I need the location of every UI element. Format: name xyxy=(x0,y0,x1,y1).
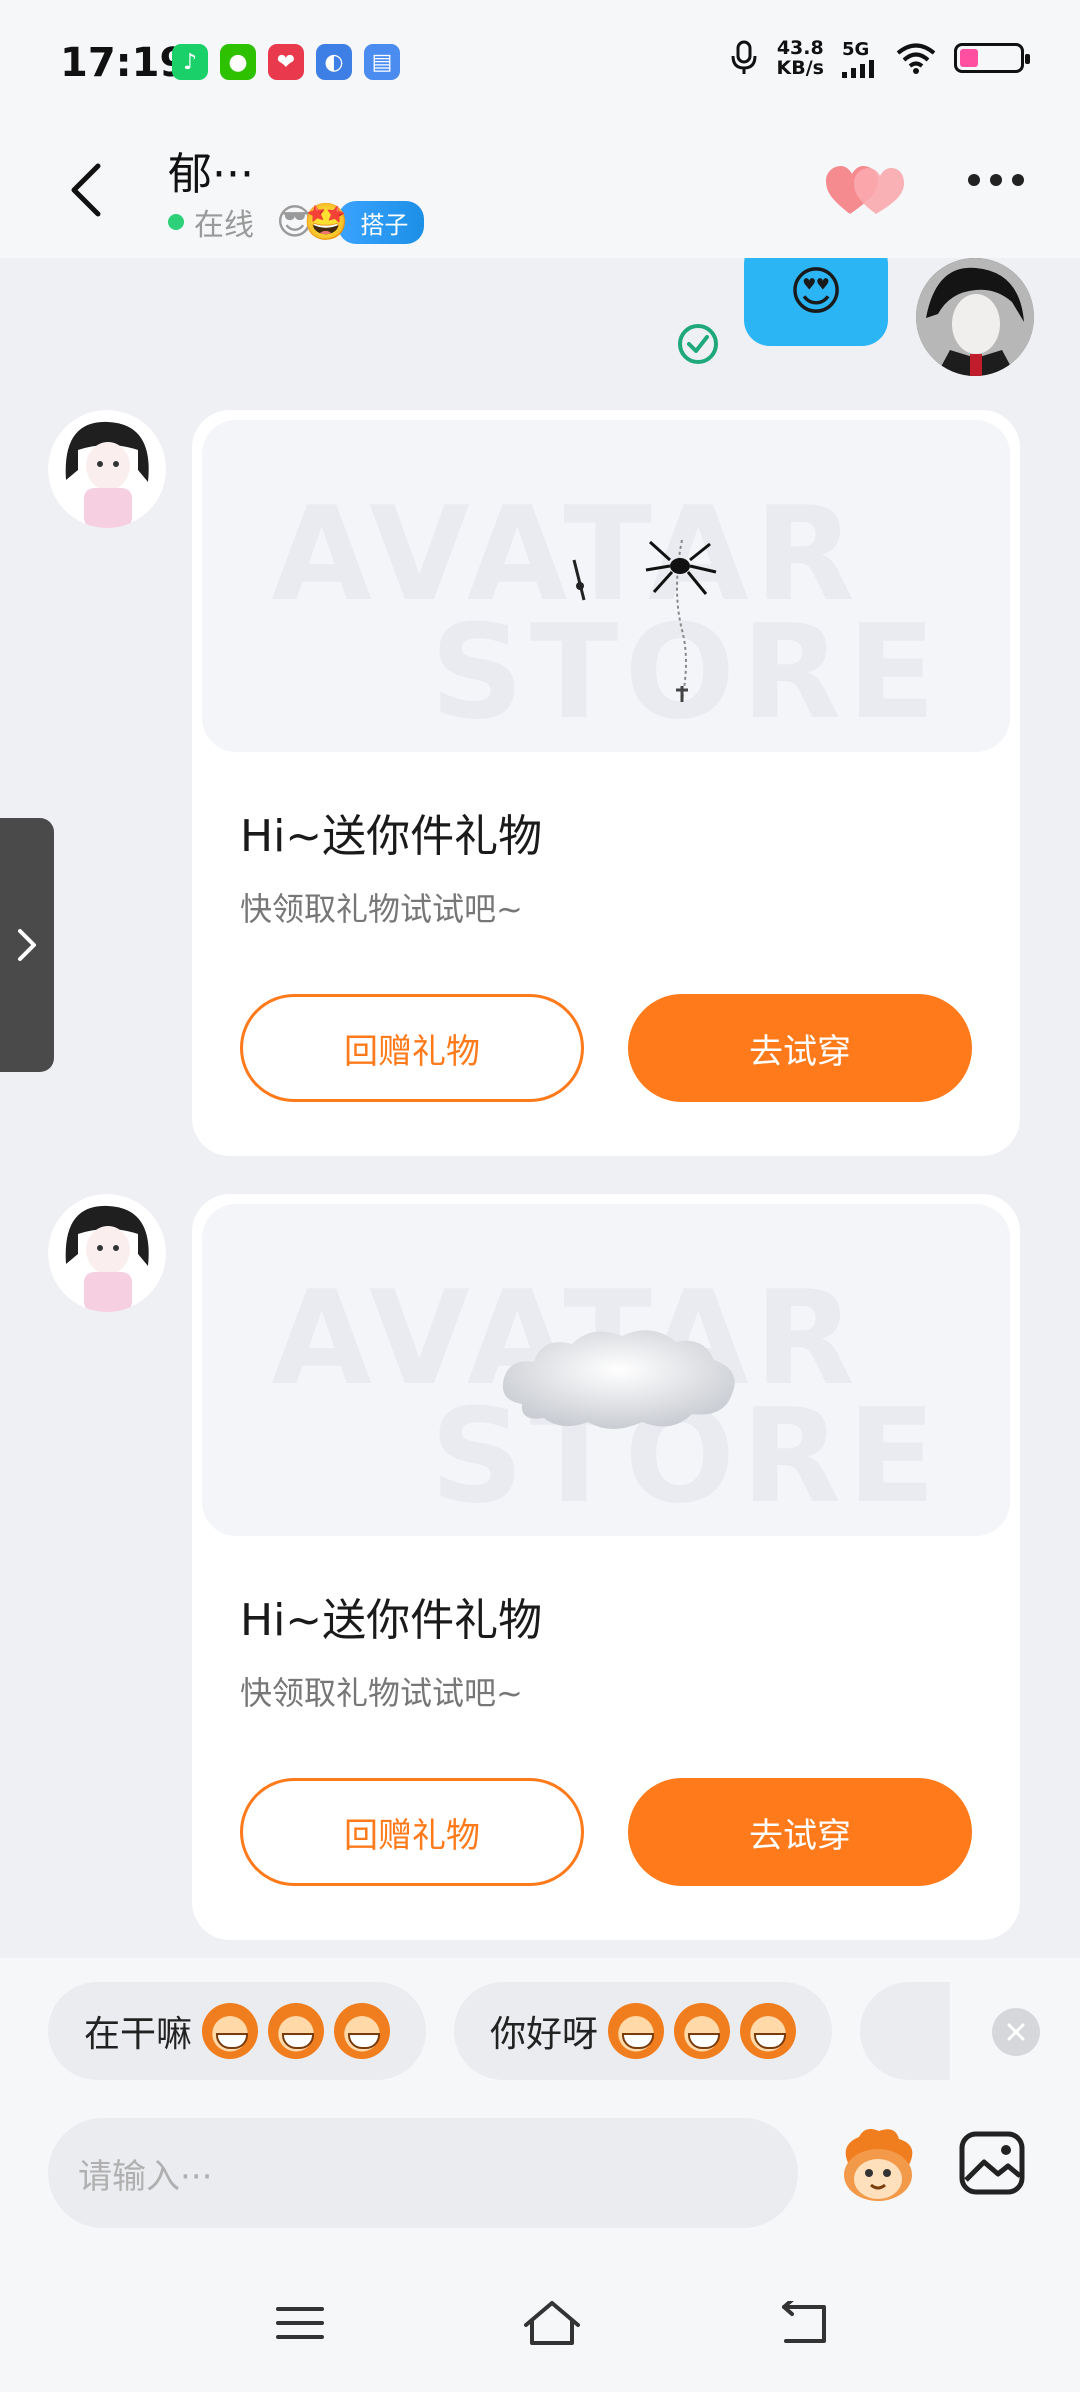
gift-card-title: Hi~送你件礼物 xyxy=(240,811,543,862)
mascot-sticker-icon xyxy=(844,2129,913,2201)
gift-card-subtitle: 快领取礼物试试吧~ xyxy=(240,1674,523,1712)
back-nav-icon xyxy=(782,2298,826,2343)
intimacy-hearts-button[interactable] xyxy=(826,164,904,222)
network-speed: 43.8 KB/s xyxy=(777,38,824,78)
quick-reply-chip[interactable]: 你好呀 xyxy=(454,1982,833,2080)
smiling-emoji-icon: 🤩 xyxy=(303,202,349,243)
quick-replies: 在干嘛 你好呀 xyxy=(48,1982,951,2080)
online-label: 在线 xyxy=(194,208,254,243)
image-icon xyxy=(959,2131,1025,2195)
hearts-icon xyxy=(826,166,904,214)
quick-reply-chip-partial[interactable] xyxy=(860,1982,951,2080)
monkey-emoji-icon xyxy=(674,2003,731,2059)
browser-app-icon: ◐ xyxy=(316,44,352,80)
gift-preview[interactable]: AVATAR STORE xyxy=(202,420,1010,752)
monkey-emoji-icon xyxy=(608,2003,665,2059)
speed-value: 43.8 xyxy=(776,37,824,59)
network-type: 5G xyxy=(842,38,870,60)
quick-reply-chip[interactable]: 在干嘛 xyxy=(48,1982,427,2080)
chevron-left-icon xyxy=(71,163,101,217)
wifi-icon xyxy=(896,43,936,74)
contact-avatar-image xyxy=(48,410,166,528)
gift-card[interactable]: AVATAR STORE Hi~送你件礼物 快领取礼物试试吧~ 回赠礼物 去试穿 xyxy=(192,1194,1020,1940)
contact-avatar-image xyxy=(48,1194,166,1312)
side-drawer-handle[interactable] xyxy=(0,818,54,1072)
message-input[interactable]: 请输入··· xyxy=(48,2118,798,2228)
monkey-emoji-icon xyxy=(202,2003,259,2059)
online-dot xyxy=(168,214,184,230)
files-app-icon: ▤ xyxy=(364,44,400,80)
back-button[interactable] xyxy=(56,160,116,220)
close-quick-replies-button[interactable] xyxy=(992,2008,1040,2056)
nav-back-button[interactable] xyxy=(780,2298,830,2349)
music-app-icon: ♪ xyxy=(172,44,208,80)
speed-unit: KB/s xyxy=(776,57,824,79)
gift-card[interactable]: AVATAR STORE Hi~送你件礼物 快领取礼物试试吧~ 回赠礼物 去试穿 xyxy=(192,410,1020,1156)
cell-signal: 5G xyxy=(842,39,878,78)
my-avatar[interactable] xyxy=(916,258,1034,376)
chevron-right-icon xyxy=(18,929,36,961)
system-nav-bar xyxy=(0,2258,1080,2392)
spider-accessory-icon xyxy=(572,539,717,702)
gift-card-title: Hi~送你件礼物 xyxy=(240,1595,543,1646)
microphone-icon xyxy=(731,40,757,74)
quick-reply-text: 你好呀 xyxy=(490,2014,599,2055)
monkey-emoji-icon xyxy=(334,2003,391,2059)
try-on-button[interactable]: 去试穿 xyxy=(628,1778,972,1886)
buddy-badge[interactable]: 😎 🤩 搭子 xyxy=(276,200,425,244)
contact-avatar[interactable] xyxy=(48,1194,166,1312)
chat-header: 郁··· 在线 😎 🤩 搭子 xyxy=(0,128,1080,258)
contact-name[interactable]: 郁··· xyxy=(168,138,254,202)
monkey-emoji-icon xyxy=(268,2003,325,2059)
close-icon xyxy=(1007,2023,1025,2041)
more-dot-icon xyxy=(968,174,980,186)
sent-emoji-bubble[interactable]: 😍 xyxy=(744,258,888,346)
sticker-button[interactable] xyxy=(832,2110,924,2220)
signal-bars-icon xyxy=(842,59,874,78)
bottom-panel: 在干嘛 你好呀 请输入··· xyxy=(0,1958,1080,2392)
return-gift-button[interactable]: 回赠礼物 xyxy=(240,1778,584,1886)
contact-avatar[interactable] xyxy=(48,410,166,528)
nav-home-button[interactable] xyxy=(522,2299,582,2351)
more-dot-icon xyxy=(990,174,1002,186)
more-options-button[interactable] xyxy=(968,174,1024,186)
my-avatar-image xyxy=(916,258,1034,376)
buddy-badge-label: 搭子 xyxy=(338,200,425,244)
status-time: 17:19 xyxy=(60,40,188,86)
cloud-accessory-icon xyxy=(502,1330,735,1429)
nav-menu-button[interactable] xyxy=(276,2303,324,2347)
home-icon xyxy=(524,2301,580,2345)
gift-preview[interactable]: AVATAR STORE xyxy=(202,1204,1010,1536)
shopping-app-icon: ❤ xyxy=(268,44,304,80)
status-right: 43.8 KB/s 5G xyxy=(729,38,1030,78)
monkey-emoji-icon xyxy=(740,2003,797,2059)
notification-app-icons: ♪ ● ❤ ◐ ▤ xyxy=(172,44,400,80)
quick-reply-text: 在干嘛 xyxy=(84,2014,193,2055)
message-input-placeholder: 请输入··· xyxy=(78,2156,213,2197)
menu-icon xyxy=(276,2307,324,2339)
battery-icon xyxy=(954,43,1030,73)
return-gift-button[interactable]: 回赠礼物 xyxy=(240,994,584,1102)
online-status: 在线 😎 🤩 搭子 xyxy=(168,200,425,244)
wechat-icon: ● xyxy=(220,44,256,80)
status-bar: 17:19 ♪ ● ❤ ◐ ▤ 43.8 KB/s 5G xyxy=(0,0,1080,128)
image-picker-button[interactable] xyxy=(958,2128,1028,2198)
chat-messages[interactable]: 😍 AVATAR STORE Hi~送你件礼物 快领取礼物试试吧~ 回赠礼物 去… xyxy=(0,258,1080,1958)
more-dot-icon xyxy=(1012,174,1024,186)
read-check-icon xyxy=(678,324,718,364)
gift-card-subtitle: 快领取礼物试试吧~ xyxy=(240,890,523,928)
try-on-button[interactable]: 去试穿 xyxy=(628,994,972,1102)
